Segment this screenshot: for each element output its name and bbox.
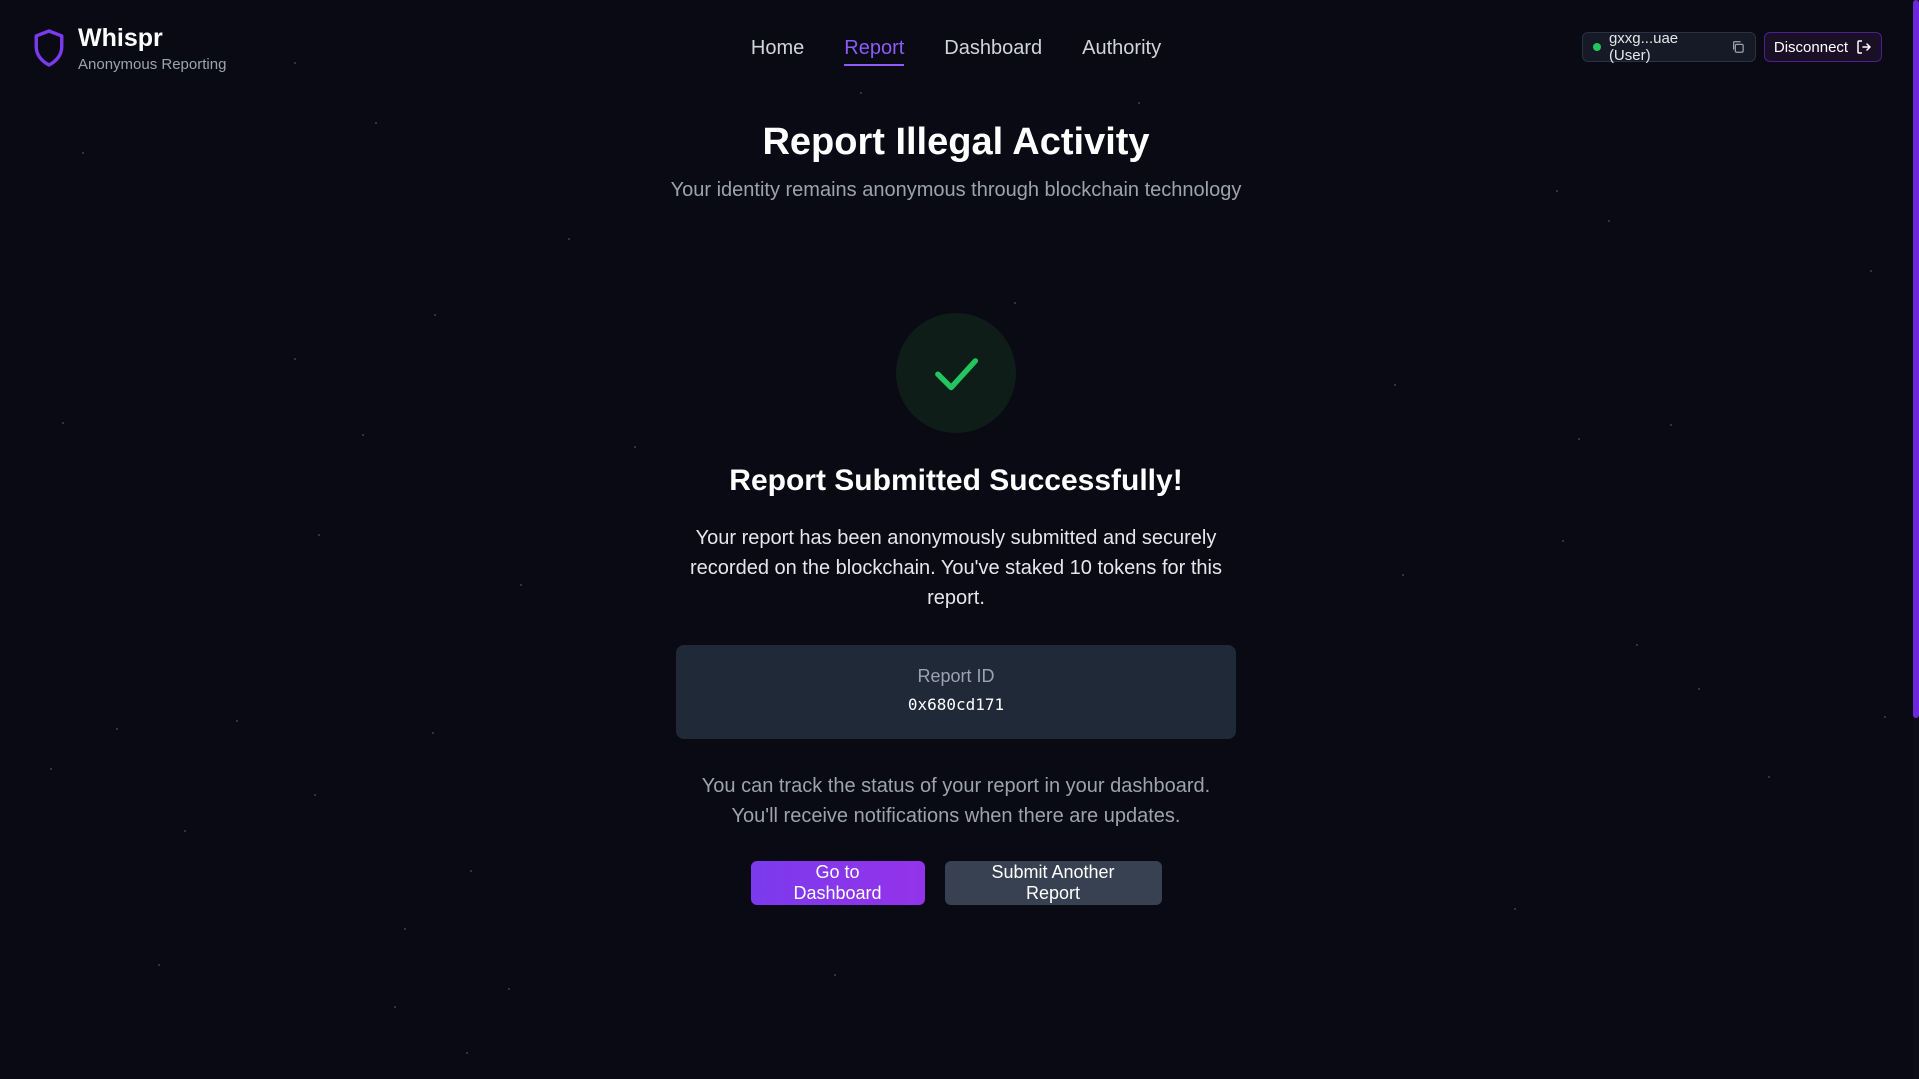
- scrollbar[interactable]: [1913, 0, 1919, 1079]
- nav-home[interactable]: Home: [751, 36, 804, 66]
- nav-report[interactable]: Report: [844, 36, 905, 66]
- nav-authority[interactable]: Authority: [1082, 36, 1161, 66]
- connected-status-dot: [1593, 43, 1601, 51]
- nav-dashboard[interactable]: Dashboard: [944, 36, 1042, 66]
- success-title: Report Submitted Successfully!: [729, 464, 1183, 497]
- report-id-label: Report ID: [917, 666, 995, 686]
- wallet-address: gxxg...uae (User): [1608, 30, 1679, 64]
- submit-another-report-button[interactable]: Submit Another Report: [944, 861, 1162, 905]
- star: [1514, 908, 1516, 910]
- disconnect-button[interactable]: Disconnect: [1764, 32, 1882, 62]
- star: [508, 988, 510, 990]
- go-to-dashboard-button[interactable]: Go to Dashboard: [750, 861, 925, 905]
- page-subtitle: Your identity remains anonymous through …: [670, 179, 1242, 201]
- star: [158, 964, 160, 966]
- success-description: Your report has been anonymously submitt…: [690, 527, 1222, 609]
- success-badge: [896, 313, 1016, 433]
- star: [466, 1052, 468, 1054]
- star: [394, 1006, 396, 1008]
- star: [404, 928, 406, 930]
- action-buttons: Go to Dashboard Submit Another Report: [0, 861, 1912, 905]
- copy-icon[interactable]: [1731, 40, 1745, 54]
- star: [834, 974, 836, 976]
- check-icon: [935, 358, 979, 391]
- scrollbar-thumb[interactable]: [1913, 0, 1919, 718]
- page-title: Report Illegal Activity: [762, 121, 1150, 163]
- report-id-value: 0x680cd171: [907, 695, 1005, 714]
- wallet-address-badge[interactable]: gxxg...uae (User): [1582, 30, 1756, 64]
- disconnect-label: Disconnect: [1773, 38, 1849, 56]
- logout-icon: [1857, 40, 1871, 54]
- tracking-info: You can track the status of your report …: [701, 775, 1211, 827]
- report-page: Report Illegal Activity Your identity re…: [0, 96, 1912, 905]
- top-navbar: Whispr Anonymous Reporting Home Report D…: [0, 0, 1910, 96]
- report-id-card: Report ID 0x680cd171: [676, 645, 1236, 739]
